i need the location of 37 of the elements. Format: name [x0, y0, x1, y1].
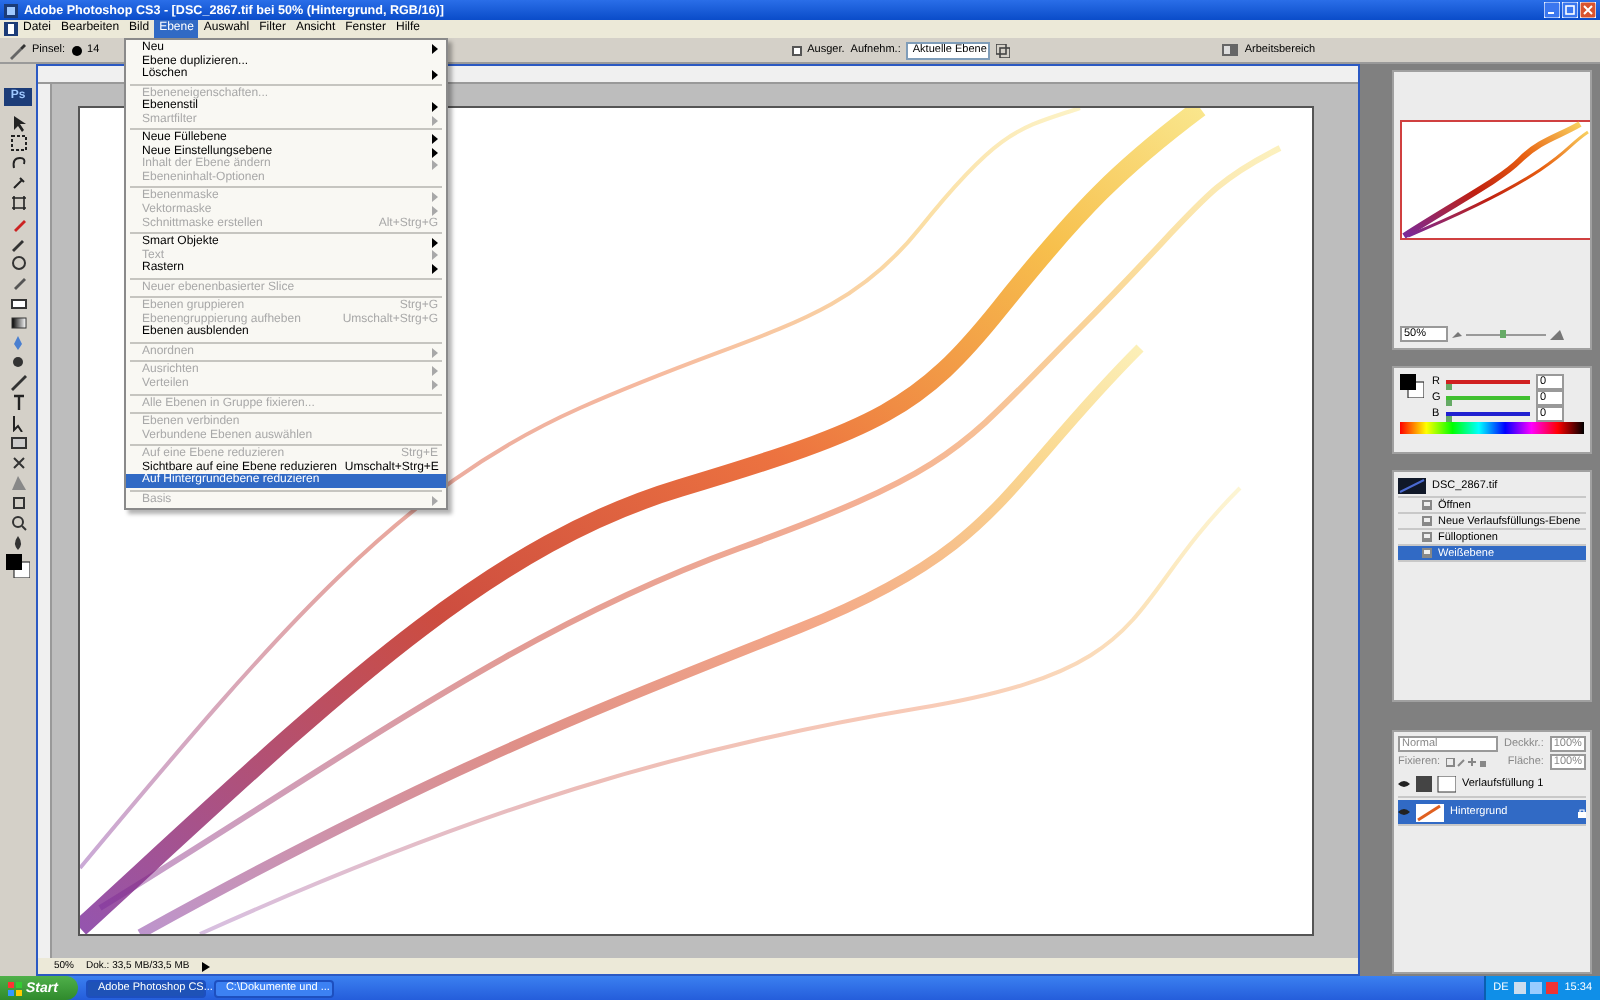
workspace-icon[interactable]	[1222, 42, 1239, 58]
history-state-icon	[1422, 500, 1432, 510]
checkbox[interactable]	[791, 45, 802, 55]
document-icon	[4, 22, 18, 36]
tool-icon[interactable]	[9, 394, 27, 412]
layers-sample-icon[interactable]	[996, 43, 1011, 57]
brush-preview-icon[interactable]	[71, 45, 82, 55]
maximize-icon[interactable]	[1562, 2, 1578, 18]
expand-arrow-icon[interactable]	[201, 961, 210, 971]
lock-icon	[1578, 807, 1586, 817]
lock-options-icon[interactable]	[1446, 757, 1487, 767]
layer-thumbnail	[1416, 803, 1444, 821]
tool-icon[interactable]	[9, 514, 27, 532]
color-swatches-icon[interactable]	[6, 554, 30, 578]
eye-icon[interactable]	[1398, 780, 1410, 788]
slider-thumb[interactable]	[1446, 399, 1452, 405]
brush-tool-icon[interactable]	[8, 41, 26, 59]
tool-icon[interactable]	[9, 194, 27, 212]
windows-logo-icon	[8, 981, 22, 995]
slider-thumb[interactable]	[1499, 329, 1505, 337]
zoom-in-icon[interactable]	[1550, 329, 1564, 339]
history-state-icon	[1422, 516, 1432, 526]
slider-thumb[interactable]	[1446, 383, 1452, 389]
slider-thumb[interactable]	[1446, 415, 1452, 421]
tool-icon[interactable]	[9, 454, 27, 472]
color-spectrum-bar[interactable]	[1400, 422, 1584, 434]
color-swatches-icon[interactable]	[1400, 374, 1424, 398]
gradient-fill-thumbnail	[1416, 775, 1456, 793]
zoom-out-icon[interactable]	[1452, 329, 1462, 339]
minimize-icon[interactable]	[1544, 2, 1560, 18]
tool-icon[interactable]	[9, 534, 27, 552]
close-icon[interactable]	[1580, 2, 1596, 18]
app-icon	[4, 3, 18, 17]
history-state-icon	[1422, 548, 1432, 558]
snapshot-thumbnail	[1398, 478, 1426, 494]
tool-icon[interactable]	[9, 174, 27, 192]
history-state-icon	[1422, 532, 1432, 542]
